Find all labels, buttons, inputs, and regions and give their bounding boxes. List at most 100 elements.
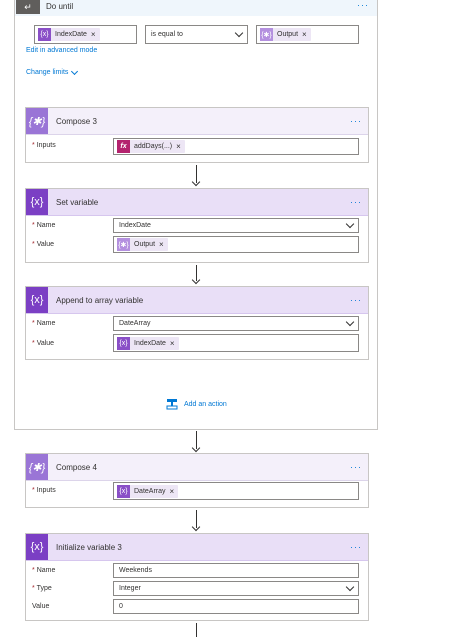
required-marker: * [32,567,35,574]
compose-4-inputs-field[interactable]: {x} DateArray × [113,482,359,500]
token-label: addDays(...) [134,143,173,150]
type-label-text: Type [36,585,52,592]
edit-advanced-mode-link[interactable]: Edit in advanced mode [26,47,97,54]
compose-icon: {✱} [26,454,48,480]
compose-icon: {✱} [117,238,130,251]
name-value: Weekends [119,567,152,574]
required-marker: * [32,487,35,494]
required-marker: * [32,585,35,592]
name-label-text: Name [36,320,56,327]
datearray-token: {x} DateArray × [117,484,179,498]
output-token: {✱} Output × [260,28,311,41]
variable-icon: {x} [117,484,130,498]
append-array-more-menu[interactable]: ··· [350,295,362,305]
variable-icon: {x} [26,189,48,215]
output-token: {✱} Output × [117,238,168,251]
append-array-title: Append to array variable [56,295,144,305]
required-marker: * [32,142,35,149]
chevron-down-icon [345,219,355,229]
init-variable-type-select[interactable]: Integer [113,581,359,596]
close-icon[interactable]: × [302,30,307,39]
inputs-label-text: Inputs [36,487,56,494]
value-label-text: Value [36,340,55,347]
set-variable-header[interactable]: {x} Set variable ··· [26,189,368,216]
name-value: DateArray [119,320,151,327]
close-icon[interactable]: × [170,487,175,496]
condition-operator-select[interactable]: is equal to [145,25,248,44]
init-variable-name-input[interactable]: Weekends [113,563,359,578]
token-label: Output [277,31,299,38]
close-icon[interactable]: × [159,240,164,249]
condition-right-field[interactable]: {✱} Output × [256,25,359,44]
required-marker: * [32,340,35,347]
close-icon[interactable]: × [176,142,181,151]
required-marker: * [32,241,35,248]
append-array-name-label: * Name [32,320,55,327]
compose-3-inputs-field[interactable]: fx addDays(...) × [113,138,359,155]
initialize-variable-title: Initialize variable 3 [56,542,122,552]
token-label: Output [134,241,156,248]
chevron-down-icon [345,582,355,592]
set-variable-value-label: * Value [32,241,54,248]
connector-arrow-head [191,443,201,453]
name-label-text: Name [36,222,56,229]
do-until-title: Do until [46,2,74,11]
append-array-value-field[interactable]: {x} IndexDate × [113,334,359,352]
init-variable-value-input[interactable]: 0 [113,599,359,614]
required-marker: * [32,320,35,327]
required-marker: * [32,222,35,229]
add-action-button[interactable]: Add an action [166,398,227,410]
variable-icon: {x} [117,336,130,350]
append-array-name-select[interactable]: DateArray [113,316,359,331]
variable-icon: {x} [38,28,51,41]
token-label: DateArray [134,487,166,495]
value-value: 0 [119,603,123,610]
compose-3-header[interactable]: {✱} Compose 3 ··· [26,108,368,135]
add-action-label: Add an action [184,400,227,408]
value-label-text: Value [36,241,55,248]
adddays-token: fx addDays(...) × [117,140,185,153]
compose-3-inputs-label: * Inputs [32,142,56,149]
compose-4-header[interactable]: {✱} Compose 4 ··· [26,454,368,481]
type-value: Integer [119,585,141,592]
initialize-variable-header[interactable]: {x} Initialize variable 3 ··· [26,534,368,561]
compose-4-more-menu[interactable]: ··· [350,462,362,472]
init-variable-name-label: * Name [32,567,55,574]
variable-icon: {x} [26,534,48,560]
compose-3-title: Compose 3 [56,116,97,126]
change-limits-link[interactable]: Change limits [26,67,79,76]
close-icon[interactable]: × [170,339,175,348]
inputs-label-text: Inputs [36,142,56,149]
compose-4-inputs-label: * Inputs [32,487,56,494]
name-value: IndexDate [119,222,151,229]
compose-icon: {✱} [26,108,48,134]
condition-left-field[interactable]: {x} IndexDate × [34,25,137,44]
token-label: IndexDate [55,31,87,38]
set-variable-more-menu[interactable]: ··· [350,197,362,207]
variable-icon: {x} [26,287,48,313]
set-variable-name-select[interactable]: IndexDate [113,218,359,233]
compose-3-more-menu[interactable]: ··· [350,116,362,126]
set-variable-title: Set variable [56,197,99,207]
close-icon[interactable]: × [91,30,96,39]
change-limits-label: Change limits [26,69,69,76]
loop-icon: ↵ [16,0,40,14]
expression-icon: fx [117,140,130,153]
do-until-more-menu[interactable]: ··· [357,0,369,10]
compose-icon: {✱} [260,28,273,41]
add-action-icon [166,399,178,410]
operator-value: is equal to [151,31,183,38]
chevron-down-icon [234,28,244,38]
compose-4-title: Compose 4 [56,462,97,472]
indexdate-token: {x} IndexDate × [117,336,179,350]
init-variable-type-label: * Type [32,585,52,592]
init-variable-value-label: Value [32,603,50,610]
connector-arrow [196,623,197,637]
connector-arrow-head [191,522,201,532]
set-variable-name-label: * Name [32,222,55,229]
append-array-header[interactable]: {x} Append to array variable ··· [26,287,368,314]
name-label-text: Name [36,567,56,574]
initialize-variable-more-menu[interactable]: ··· [350,542,362,552]
set-variable-value-field[interactable]: {✱} Output × [113,236,359,253]
token-label: IndexDate [134,339,166,347]
